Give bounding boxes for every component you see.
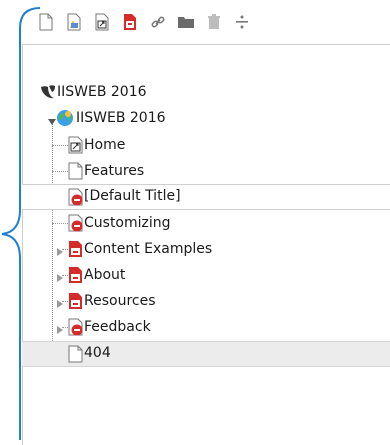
tree-item-label: Feedback [84,319,151,335]
tree-item-label: Home [84,137,126,153]
tree-item-about[interactable]: About [22,262,390,288]
tree-item-content-examples[interactable]: Content Examples [22,236,390,262]
page-hidden-icon [68,240,84,258]
page-hidden-icon [68,292,84,310]
page-shortcut-icon [68,136,84,154]
tree-item-label: Customizing [84,215,171,231]
tree-item-label: 404 [84,345,111,361]
page-icon [68,162,84,180]
tree-item-default-title[interactable]: [Default Title] [22,184,390,210]
tree-root-row[interactable]: IISWEB 2016 [22,80,390,106]
tree-item-resources[interactable]: Resources [22,288,390,314]
tree-item-label: Content Examples [84,241,213,257]
tree-item-label: Resources [84,293,156,309]
page-restricted-icon [68,188,84,206]
tree-item-home[interactable]: Home [22,132,390,158]
expand-icon[interactable] [56,323,64,334]
tree-item-404[interactable]: 404 [22,341,390,367]
page-icon [68,345,84,363]
tree-root-label: IISWEB 2016 [57,84,147,100]
typo3-logo-icon [40,84,56,102]
page-tree: IISWEB 2016 IISWEB 2016 Home Features [D… [22,0,390,445]
page-restricted-icon [68,214,84,232]
tree-item-features[interactable]: Features [22,158,390,184]
tree-item-label: Features [84,163,145,179]
expand-icon[interactable] [56,271,64,282]
tree-item-label: [Default Title] [84,188,181,204]
tree-item-feedback[interactable]: Feedback [22,314,390,340]
expand-icon[interactable] [56,245,64,256]
tree-item-label: About [84,267,126,283]
tree-item-customizing[interactable]: Customizing [22,210,390,236]
page-restricted-icon [68,318,84,336]
globe-icon [56,109,73,127]
tree-site-row[interactable]: IISWEB 2016 [22,106,390,132]
page-hidden-icon [68,266,84,284]
tree-site-label: IISWEB 2016 [76,110,166,126]
collapse-icon[interactable] [48,115,56,125]
expand-icon[interactable] [56,297,64,308]
